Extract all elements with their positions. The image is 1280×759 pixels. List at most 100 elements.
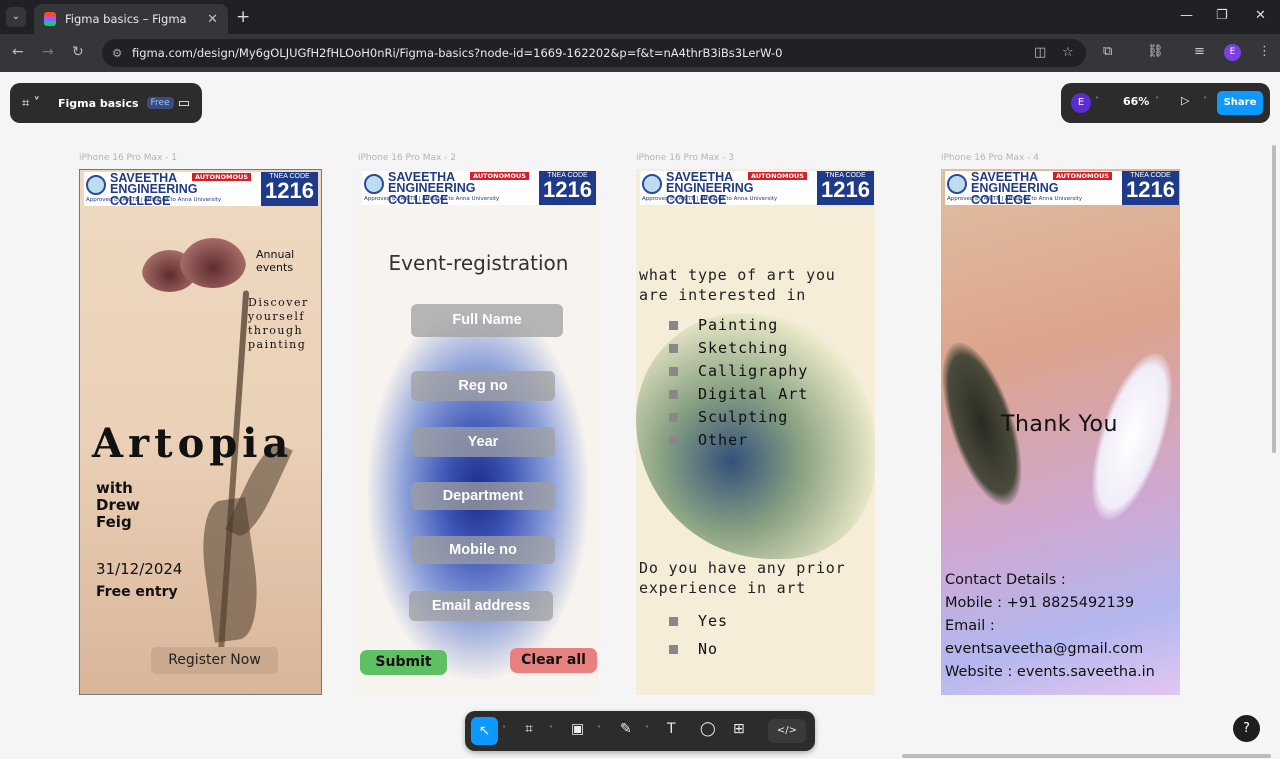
user-avatar[interactable]: E [1071, 93, 1091, 113]
pen-tool-icon[interactable]: ✎ [620, 721, 632, 737]
address-bar[interactable]: ⚙ figma.com/design/My6gOLJUGfH2fHLOoH0nR… [102, 39, 1086, 67]
frame-thank-you[interactable]: AUTONOMOUS SAVEETHA ENGINEERING COLLEGE … [941, 169, 1180, 695]
vertical-scrollbar[interactable] [1272, 145, 1276, 453]
department-field[interactable]: Department [411, 482, 555, 510]
register-now-button[interactable]: Register Now [151, 647, 278, 674]
image-tool-icon[interactable]: ▣ [571, 721, 584, 737]
tnea-code: 1216 [543, 177, 592, 202]
option-sketching[interactable]: Sketching [669, 339, 788, 357]
tnea-code: 1216 [265, 178, 314, 203]
autonomous-badge: AUTONOMOUS [748, 172, 807, 180]
bookmark-star-icon[interactable]: ☆ [1062, 39, 1074, 67]
frame-label-2[interactable]: iPhone 16 Pro Max - 2 [358, 153, 456, 163]
move-tool-icon[interactable]: ↖ [471, 717, 498, 745]
submit-button[interactable]: Submit [360, 650, 447, 675]
full-name-field[interactable]: Full Name [411, 304, 563, 337]
window-close-icon[interactable]: ✕ [1255, 8, 1266, 23]
tnea-code: 1216 [821, 177, 870, 202]
comment-tool-icon[interactable]: ◯ [700, 721, 716, 737]
zoom-chevron-icon[interactable]: ˅ [1155, 96, 1159, 105]
tnea-code-box: TNEA CODE 1216 [1122, 171, 1179, 205]
minimize-icon[interactable]: — [1180, 8, 1193, 23]
tab-title: Figma basics – Figma [65, 12, 187, 26]
college-emblem-icon [947, 174, 967, 194]
frame-label-3[interactable]: iPhone 16 Pro Max - 3 [636, 153, 734, 163]
option-sculpting[interactable]: Sculpting [669, 408, 788, 426]
profile-avatar[interactable]: E [1224, 44, 1241, 61]
autonomous-badge: AUTONOMOUS [470, 172, 529, 180]
with-artist-text: with Drew Feig [96, 479, 140, 531]
college-emblem-icon [86, 175, 106, 195]
help-button[interactable]: ? [1233, 715, 1260, 742]
frame-label-1[interactable]: iPhone 16 Pro Max - 1 [79, 153, 177, 163]
browser-toolbar: ← → ↻ ⚙ figma.com/design/My6gOLJUGfH2fHL… [0, 34, 1280, 72]
college-approval: Approved by AICTE | Affiliated to Anna U… [947, 196, 1083, 202]
frame-tool-icon[interactable]: ⌗ [525, 721, 533, 737]
zoom-level[interactable]: 66% [1123, 95, 1149, 108]
college-approval: Approved by AICTE | Affiliated to Anna U… [86, 197, 222, 203]
forward-icon[interactable]: → [42, 44, 54, 60]
image-tool-chevron-icon[interactable]: ˅ [597, 725, 601, 734]
move-tool-chevron-icon[interactable]: ˅ [502, 725, 506, 734]
contact-mobile: Mobile : +91 8825492139 [945, 595, 1135, 611]
artopia-title: Artopia [92, 420, 294, 467]
option-other[interactable]: Other [669, 431, 748, 449]
plan-badge: Free [146, 97, 174, 109]
sidebar-toggle-icon[interactable]: ▭ [178, 96, 190, 111]
mobile-no-field[interactable]: Mobile no [411, 536, 555, 564]
college-name-line2: ENGINEERING COLLEGE [971, 181, 1059, 207]
no-tracking-icon[interactable]: ◫ [1034, 39, 1046, 67]
annual-events-text: Annual events [256, 248, 295, 274]
figma-bottom-toolbar: ↖ ˅ ⌗ ˅ ▣ ˅ ✎ ˅ T ◯ ⊞ </> [465, 711, 815, 751]
horizontal-scrollbar[interactable] [902, 754, 1271, 758]
site-info-icon[interactable]: ⚙ [112, 39, 122, 67]
experience-question: Do you have any prior experience in art [639, 559, 846, 597]
tab-close-icon[interactable]: ✕ [207, 12, 218, 27]
year-field[interactable]: Year [411, 427, 555, 457]
present-play-icon[interactable]: ▷ [1181, 94, 1189, 107]
pen-tool-chevron-icon[interactable]: ˅ [645, 725, 649, 734]
extensions-icon[interactable]: ⧉ [1103, 44, 1112, 59]
new-tab-icon[interactable]: + [236, 7, 250, 27]
contact-website: Website : events.saveetha.in [945, 664, 1155, 680]
clear-all-button[interactable]: Clear all [510, 648, 597, 673]
option-digital-art[interactable]: Digital Art [669, 385, 808, 403]
college-header: AUTONOMOUS SAVEETHA ENGINEERING COLLEGE … [945, 171, 1179, 207]
present-chevron-icon[interactable]: ˅ [1203, 96, 1207, 105]
frame-label-4[interactable]: iPhone 16 Pro Max - 4 [941, 153, 1039, 163]
avatar-chevron-icon[interactable]: ˅ [1095, 96, 1099, 105]
college-emblem-icon [642, 174, 662, 194]
text-tool-icon[interactable]: T [667, 721, 676, 737]
college-emblem-icon [364, 174, 384, 194]
reload-icon[interactable]: ↻ [72, 44, 84, 60]
dev-mode-toggle-icon[interactable]: </> [768, 719, 806, 743]
figma-menu-icon[interactable]: ⌗ ˅ [22, 96, 40, 111]
reg-no-field[interactable]: Reg no [411, 371, 555, 401]
link-icon[interactable]: ⛓ [1147, 44, 1164, 59]
share-panel: E ˅ 66% ˅ ▷ ˅ Share [1061, 83, 1270, 123]
email-address-field[interactable]: Email address [409, 591, 553, 621]
file-name[interactable]: Figma basics [58, 97, 139, 110]
tnea-code-box: TNEA CODE 1216 [261, 172, 318, 206]
event-date: 31/12/2024 [96, 560, 183, 578]
figma-favicon-icon [44, 12, 56, 26]
browser-menu-icon[interactable]: ⋮ [1258, 44, 1271, 59]
option-painting[interactable]: Painting [669, 316, 778, 334]
art-type-question: what type of art you are interested in [639, 266, 836, 304]
back-icon[interactable]: ← [12, 44, 24, 60]
media-icon[interactable]: ≡ [1194, 44, 1205, 59]
frame-event-registration[interactable]: AUTONOMOUS SAVEETHA ENGINEERING COLLEGE … [358, 169, 599, 695]
actions-tool-icon[interactable]: ⊞ [733, 721, 745, 737]
maximize-icon[interactable]: ❐ [1216, 8, 1228, 23]
browser-tab[interactable]: Figma basics – Figma ✕ [34, 4, 228, 34]
contact-email: eventsaveetha@gmail.com [945, 641, 1144, 657]
share-button[interactable]: Share [1217, 91, 1263, 115]
frame-tool-chevron-icon[interactable]: ˅ [549, 725, 553, 734]
frame-artopia-poster[interactable]: AUTONOMOUS SAVEETHA ENGINEERING COLLEGE … [79, 169, 322, 695]
tab-search-icon[interactable]: ⌄ [6, 7, 26, 27]
tnea-code-box: TNEA CODE 1216 [817, 171, 874, 205]
option-no[interactable]: No [669, 640, 718, 658]
option-calligraphy[interactable]: Calligraphy [669, 362, 808, 380]
option-yes[interactable]: Yes [669, 612, 728, 630]
frame-art-survey[interactable]: AUTONOMOUS SAVEETHA ENGINEERING COLLEGE … [636, 169, 875, 695]
